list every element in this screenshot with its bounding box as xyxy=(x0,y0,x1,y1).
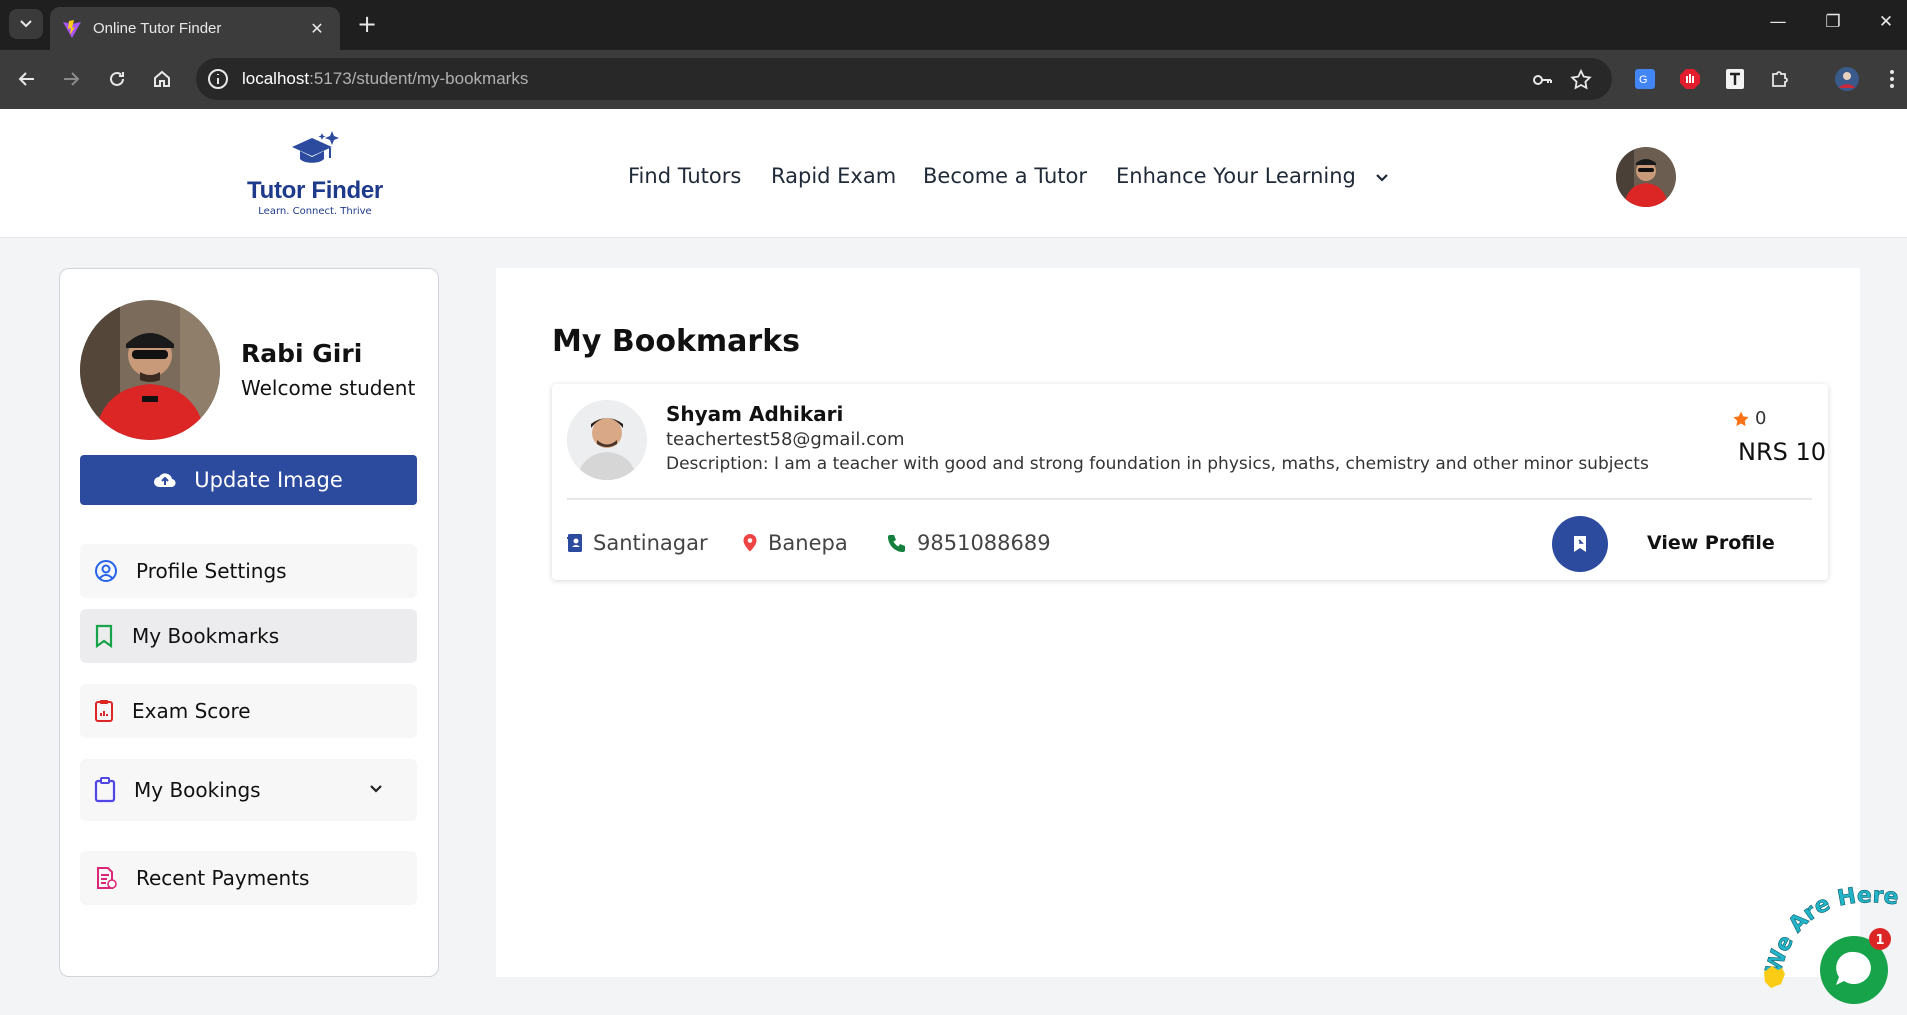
cloud-upload-icon xyxy=(154,473,176,488)
nav-enhance-learning-label: Enhance Your Learning xyxy=(1116,164,1356,188)
chevron-down-icon xyxy=(1375,174,1388,182)
sidebar-item-label: Recent Payments xyxy=(136,866,310,890)
browser-profile-avatar[interactable] xyxy=(1834,66,1860,92)
tutor-rating: 0 xyxy=(1732,408,1766,429)
extensions-puzzle-icon[interactable] xyxy=(1767,66,1793,92)
profile-role: Welcome student xyxy=(241,376,416,400)
sidebar-item-profile-settings[interactable]: Profile Settings xyxy=(80,544,417,598)
location-pin-icon xyxy=(743,534,757,552)
star-icon xyxy=(1733,411,1749,426)
site-logo[interactable]: Tutor Finder Learn. Connect. Thrive xyxy=(240,129,390,217)
tutor-phone-text: 9851088689 xyxy=(917,531,1051,555)
update-image-label: Update Image xyxy=(194,468,343,492)
nav-become-tutor[interactable]: Become a Tutor xyxy=(923,164,1087,188)
nav-find-tutors[interactable]: Find Tutors xyxy=(628,164,741,188)
profile-sidebar: Rabi Giri Welcome student Update Image P… xyxy=(59,268,439,977)
sidebar-item-label: My Bookmarks xyxy=(132,624,280,648)
tutor-phone: 9851088689 xyxy=(887,531,1051,555)
remove-bookmark-button[interactable] xyxy=(1552,516,1608,572)
header-user-avatar[interactable] xyxy=(1616,147,1676,207)
chat-badge-count: 1 xyxy=(1875,933,1884,948)
tab-close-icon[interactable]: ✕ xyxy=(306,19,328,38)
svg-text:G: G xyxy=(1639,74,1648,86)
sidebar-item-label: Exam Score xyxy=(132,699,251,723)
chevron-down-icon xyxy=(370,785,382,793)
back-button[interactable] xyxy=(12,64,42,94)
url-text: localhost:5173/student/my-bookmarks xyxy=(242,69,529,88)
user-photo-icon xyxy=(1616,147,1676,207)
browser-tab-active[interactable]: Online Tutor Finder ✕ xyxy=(50,7,340,50)
page-title: My Bookmarks xyxy=(552,324,800,359)
sidebar-item-recent-payments[interactable]: Recent Payments xyxy=(80,851,417,905)
address-book-icon xyxy=(567,534,582,552)
rating-value: 0 xyxy=(1755,408,1767,429)
sidebar-item-exam-score[interactable]: Exam Score xyxy=(80,684,417,738)
bookmark-icon xyxy=(95,624,113,648)
bookmark-filled-icon xyxy=(1574,536,1586,552)
graduation-cap-icon xyxy=(292,131,339,163)
card-divider xyxy=(567,498,1812,500)
chat-widget[interactable]: We Are Here 1 xyxy=(1760,876,1907,1004)
nav-rapid-exam[interactable]: Rapid Exam xyxy=(771,164,896,188)
browser-tabstrip: Online Tutor Finder ✕ + — ❐ ✕ xyxy=(0,0,1907,50)
tutor-address-text: Santinagar xyxy=(593,531,708,555)
user-circle-icon xyxy=(95,560,117,582)
logo-title: Tutor Finder xyxy=(247,177,383,204)
forward-button[interactable] xyxy=(56,64,86,94)
sidebar-item-my-bookings[interactable]: My Bookings xyxy=(80,759,417,821)
minimize-button[interactable]: — xyxy=(1758,12,1798,32)
receipt-icon xyxy=(97,867,117,889)
profile-name: Rabi Giri xyxy=(241,339,363,368)
nav-enhance-learning[interactable]: Enhance Your Learning xyxy=(1116,164,1389,188)
reload-icon xyxy=(110,71,124,86)
tutor-description: Description: I am a teacher with good an… xyxy=(666,454,1649,474)
tutor-photo xyxy=(567,400,647,480)
arrow-right-icon xyxy=(64,72,80,86)
user-photo-icon xyxy=(567,400,647,480)
new-tab-button[interactable]: + xyxy=(352,10,382,38)
tutor-price: NRS 10 xyxy=(1738,438,1827,466)
tutor-address: Santinagar xyxy=(567,531,708,555)
profile-photo xyxy=(80,300,220,440)
adblock-icon[interactable] xyxy=(1677,66,1703,92)
vite-favicon-icon xyxy=(63,19,81,38)
view-profile-link[interactable]: View Profile xyxy=(1647,532,1775,554)
chat-bubble-icon: We Are Here 1 xyxy=(1761,883,1900,1004)
address-bar[interactable]: localhost:5173/student/my-bookmarks xyxy=(196,58,1612,100)
google-translate-icon[interactable]: G xyxy=(1632,66,1658,92)
tutor-email: teachertest58@gmail.com xyxy=(666,429,905,450)
logo-tagline: Learn. Connect. Thrive xyxy=(258,206,372,217)
browser-menu-icon[interactable] xyxy=(1879,66,1905,92)
close-window-button[interactable]: ✕ xyxy=(1866,12,1906,32)
reload-button[interactable] xyxy=(102,64,132,94)
tab-search-button[interactable] xyxy=(9,9,43,39)
arrow-left-icon xyxy=(18,72,34,86)
site-info-icon[interactable] xyxy=(206,67,230,91)
main-panel: My Bookmarks Shyam Adhikari teachertest5… xyxy=(496,268,1860,977)
home-button[interactable] xyxy=(147,64,177,94)
tutor-name: Shyam Adhikari xyxy=(666,402,844,426)
phone-icon xyxy=(888,535,905,552)
tutor-city: Banepa xyxy=(742,531,848,555)
site-header: Tutor Finder Learn. Connect. Thrive Find… xyxy=(0,109,1907,238)
password-key-icon[interactable] xyxy=(1530,68,1554,92)
clipboard-chart-icon xyxy=(95,700,113,722)
tutor-city-text: Banepa xyxy=(768,531,848,555)
sidebar-item-my-bookmarks[interactable]: My Bookmarks xyxy=(80,609,417,663)
tab-title: Online Tutor Finder xyxy=(93,20,222,37)
home-icon xyxy=(154,70,170,87)
clipboard-icon xyxy=(94,777,116,803)
star-bookmark-icon[interactable] xyxy=(1569,68,1593,92)
sidebar-item-label: My Bookings xyxy=(134,778,261,802)
bookmark-card: Shyam Adhikari teachertest58@gmail.com D… xyxy=(552,384,1828,580)
chevron-down-icon xyxy=(20,20,32,28)
text-extension-icon[interactable] xyxy=(1722,66,1748,92)
sidebar-item-label: Profile Settings xyxy=(136,559,287,583)
user-photo-icon xyxy=(80,300,220,440)
update-image-button[interactable]: Update Image xyxy=(80,455,417,505)
restore-button[interactable]: ❐ xyxy=(1813,12,1853,32)
